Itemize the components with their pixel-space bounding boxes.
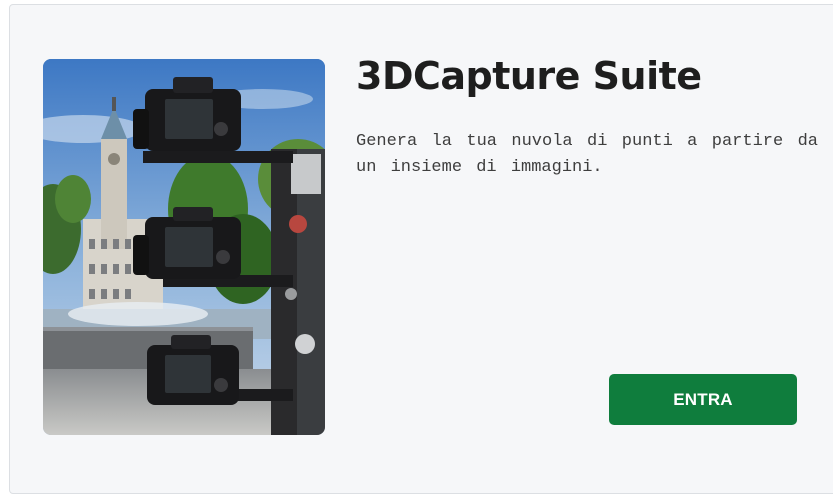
card-title: 3DCapture Suite: [356, 54, 702, 98]
card-description: Genera la tua nuvola di punti a partire …: [356, 132, 818, 177]
app-card: 3DCapture Suite Genera la tua nuvola di …: [9, 4, 833, 494]
camera-rig-photo: [43, 59, 325, 435]
enter-button[interactable]: ENTRA: [609, 374, 797, 425]
